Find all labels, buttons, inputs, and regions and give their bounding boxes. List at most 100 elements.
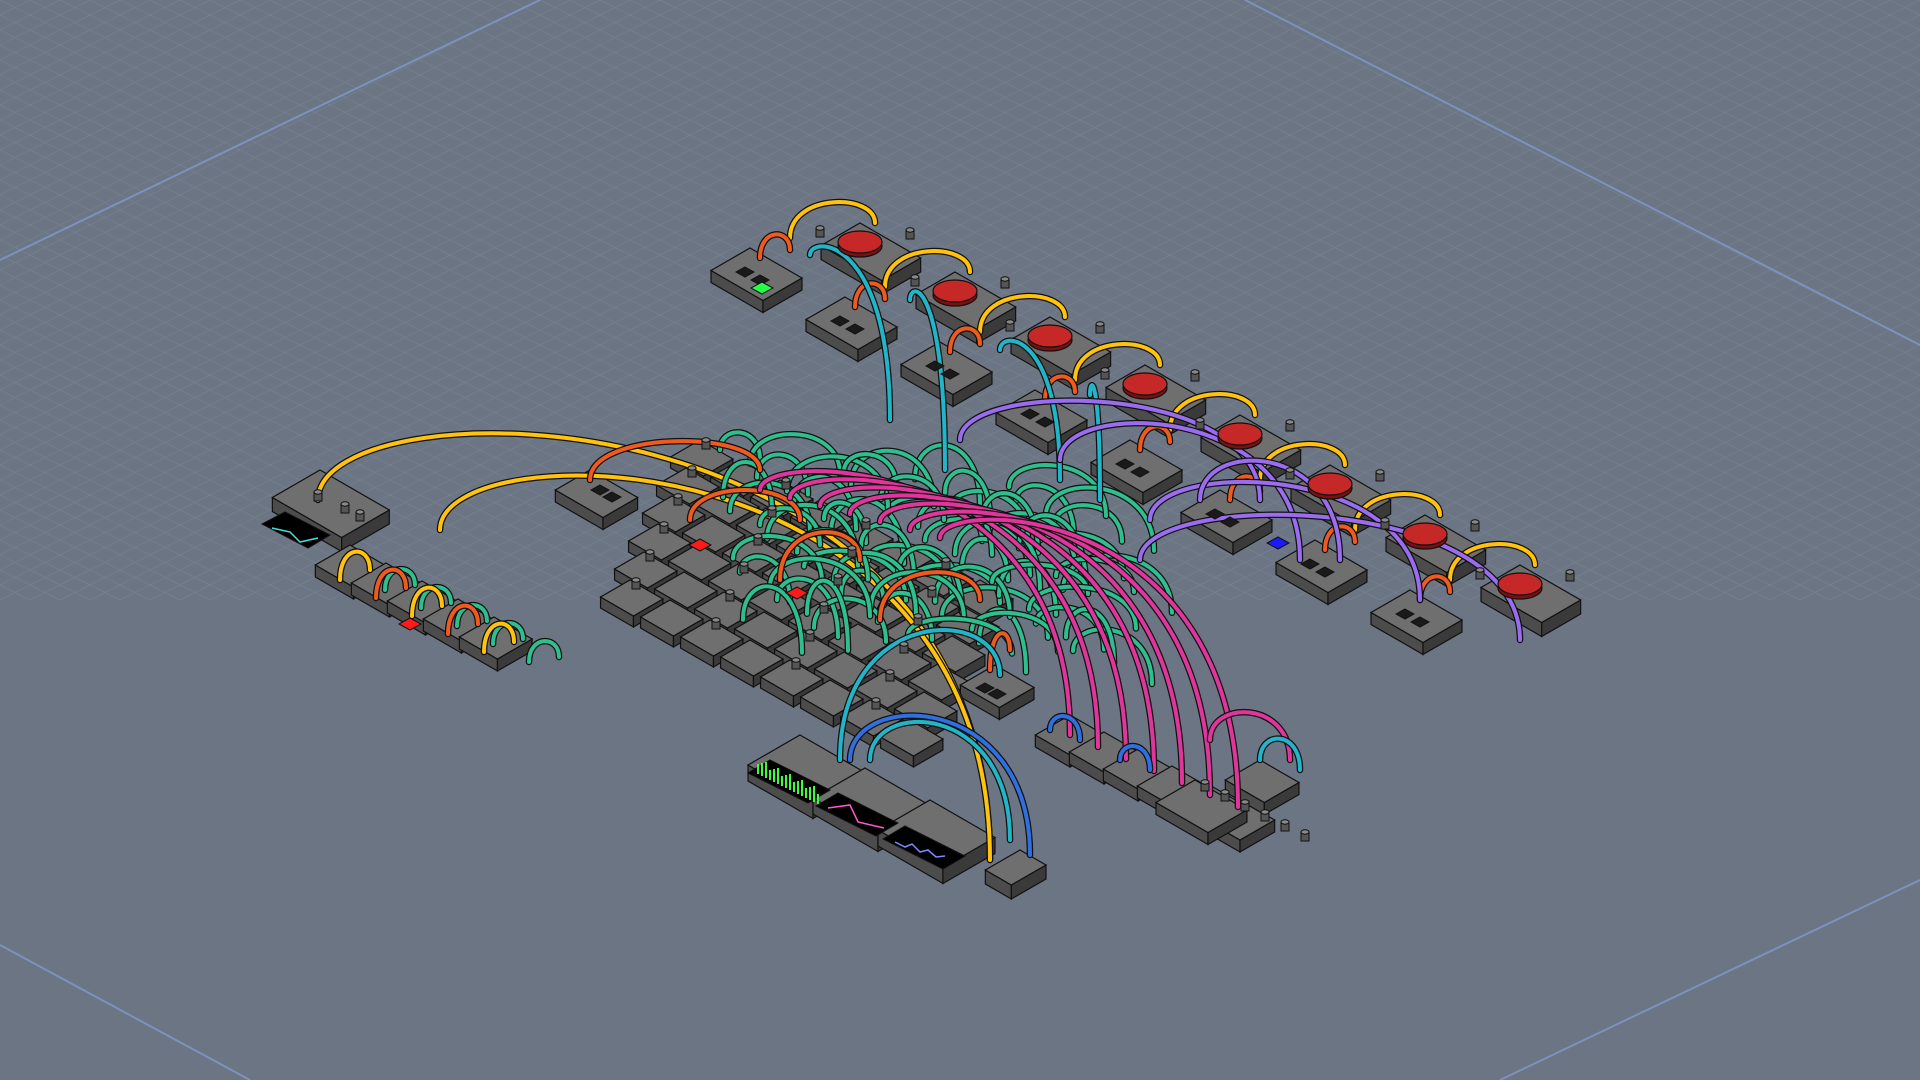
post-cap <box>899 641 909 647</box>
terminal-post <box>913 613 923 626</box>
post-cap <box>819 601 829 607</box>
post-cap <box>1000 276 1010 282</box>
post-cap <box>313 489 323 495</box>
button-cap <box>837 230 883 254</box>
terminal-post <box>791 657 801 670</box>
grid-line <box>1830 0 1920 600</box>
post-cap <box>941 557 951 563</box>
grid-line <box>1469 374 1920 601</box>
post-cap <box>355 509 365 515</box>
post-cap <box>1190 369 1200 375</box>
post-cap <box>815 225 825 231</box>
terminal-post <box>899 641 909 654</box>
post-cap <box>739 561 749 567</box>
grid-line <box>1530 0 1920 600</box>
post-cap <box>910 274 920 280</box>
terminal-post <box>1280 819 1290 832</box>
grid-line <box>0 554 91 601</box>
isometric-workspace[interactable] <box>0 0 1920 1080</box>
grid-line <box>1169 224 1920 601</box>
terminal-post <box>687 465 697 478</box>
post-cap <box>767 505 777 511</box>
scope-end-block <box>984 849 1048 901</box>
terminal-post <box>805 629 815 642</box>
grid-major-line <box>1499 879 1920 1080</box>
button-cap <box>1307 472 1353 496</box>
grid-line <box>1170 0 1920 600</box>
post-cap <box>913 613 923 619</box>
grid-line <box>1589 434 1920 601</box>
terminal-post <box>1470 519 1480 532</box>
terminal-post <box>815 225 825 238</box>
push-button <box>932 279 978 307</box>
grid-line <box>0 0 270 600</box>
terminal-post <box>631 577 641 590</box>
terminal-post <box>861 517 871 530</box>
terminal-post <box>1260 809 1270 822</box>
circuit-canvas[interactable] <box>0 0 1920 1080</box>
grid-line <box>1650 0 1920 600</box>
button-cap <box>1027 324 1073 348</box>
grid-major-line <box>0 944 251 1080</box>
terminal-post <box>1195 417 1205 430</box>
terminal-post <box>885 669 895 682</box>
post-cap <box>725 589 735 595</box>
terminal-post <box>910 274 920 287</box>
grid-line <box>1349 314 1920 601</box>
terminal-post <box>739 561 749 574</box>
grid-line <box>1409 344 1920 601</box>
post-cap <box>833 573 843 579</box>
grid-line <box>1049 164 1920 601</box>
terminal-post <box>1220 789 1230 802</box>
terminal-post <box>340 501 350 514</box>
terminal-post <box>847 545 857 558</box>
terminal-post <box>767 505 777 518</box>
grid-line <box>1350 0 1920 600</box>
post-cap <box>659 521 669 527</box>
terminal-post <box>927 585 937 598</box>
grid-line <box>1829 554 1920 601</box>
grid-line <box>1590 0 1920 600</box>
terminal-post <box>1095 321 1105 334</box>
post-cap <box>805 629 815 635</box>
terminal-post <box>725 589 735 602</box>
terminal-post <box>819 601 829 614</box>
terminal-post <box>1100 367 1110 380</box>
terminal-post <box>313 489 323 502</box>
terminal-post <box>355 509 365 522</box>
terminal-post <box>645 549 655 562</box>
post-cap <box>1005 319 1015 325</box>
indicator-led <box>1265 536 1291 550</box>
post-cap <box>1220 789 1230 795</box>
grid-line <box>0 464 271 601</box>
post-cap <box>885 669 895 675</box>
grid-line <box>1410 0 1920 600</box>
terminal-post <box>1285 467 1295 480</box>
grid-line <box>930 0 1920 600</box>
button-cap <box>1402 522 1448 546</box>
post-cap <box>791 657 801 663</box>
post-cap <box>673 493 683 499</box>
post-cap <box>1475 567 1485 573</box>
push-button <box>837 230 883 258</box>
grid-line <box>1710 0 1920 600</box>
button-cap <box>1217 422 1263 446</box>
post-cap <box>1285 467 1295 473</box>
scope-small <box>271 469 391 553</box>
terminal-post <box>701 437 711 450</box>
grid-line <box>0 0 90 600</box>
grid-line <box>1529 404 1920 601</box>
terminal-post <box>1375 469 1385 482</box>
post-cap <box>927 585 937 591</box>
terminal-post <box>871 697 881 710</box>
post-cap <box>340 501 350 507</box>
terminal-post <box>711 617 721 630</box>
post-cap <box>861 517 871 523</box>
post-cap <box>631 577 641 583</box>
push-button <box>1027 324 1073 352</box>
post-cap <box>1260 809 1270 815</box>
post-cap <box>645 549 655 555</box>
terminal-post <box>1190 369 1200 382</box>
terminal-post <box>1200 779 1210 792</box>
grid-line <box>0 524 151 601</box>
